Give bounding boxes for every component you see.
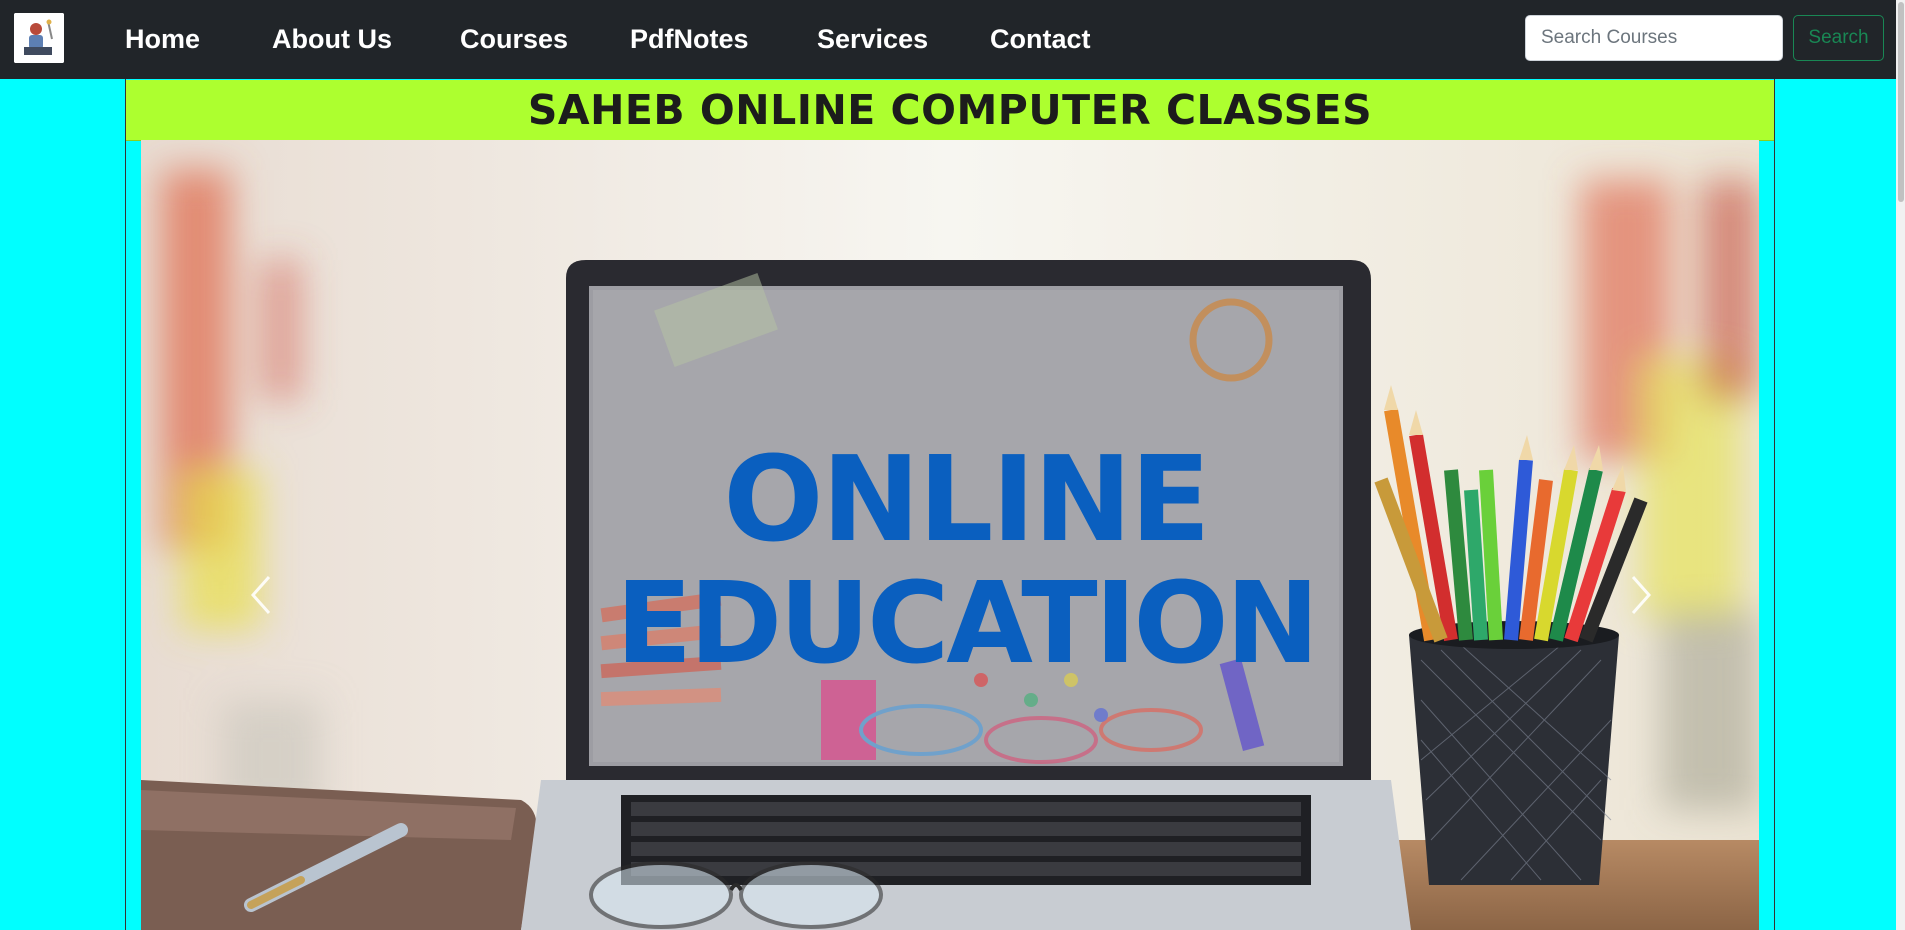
chevron-right-icon [1631, 576, 1652, 614]
nav-link-courses[interactable]: Courses [460, 22, 568, 56]
slide-image: ONLINE EDUCATION [141, 140, 1759, 930]
search-button[interactable]: Search [1793, 15, 1884, 61]
nav-link-pdfnotes[interactable]: PdfNotes [630, 22, 749, 56]
search-input[interactable] [1525, 15, 1783, 61]
hero-carousel: ONLINE EDUCATION [141, 140, 1759, 930]
logo-icon [14, 13, 64, 63]
nav-link-services[interactable]: Services [817, 22, 928, 56]
banner-title: SAHEB ONLINE COMPUTER CLASSES [527, 86, 1373, 134]
site-logo[interactable] [14, 13, 64, 63]
nav-link-contact[interactable]: Contact [990, 22, 1091, 56]
nav-link-home[interactable]: Home [125, 22, 200, 56]
site-banner: SAHEB ONLINE COMPUTER CLASSES [126, 80, 1774, 141]
top-navbar: Home About Us Courses PdfNotes Services … [0, 0, 1905, 79]
carousel-next-button[interactable] [1621, 565, 1661, 625]
chevron-left-icon [250, 576, 271, 614]
nav-link-about-us[interactable]: About Us [272, 22, 392, 56]
page-scrollbar-thumb[interactable] [1898, 2, 1904, 202]
carousel-prev-button[interactable] [241, 565, 281, 625]
slide-text-education: EDUCATION [616, 559, 1317, 689]
slide-text-online: ONLINE [723, 430, 1209, 568]
